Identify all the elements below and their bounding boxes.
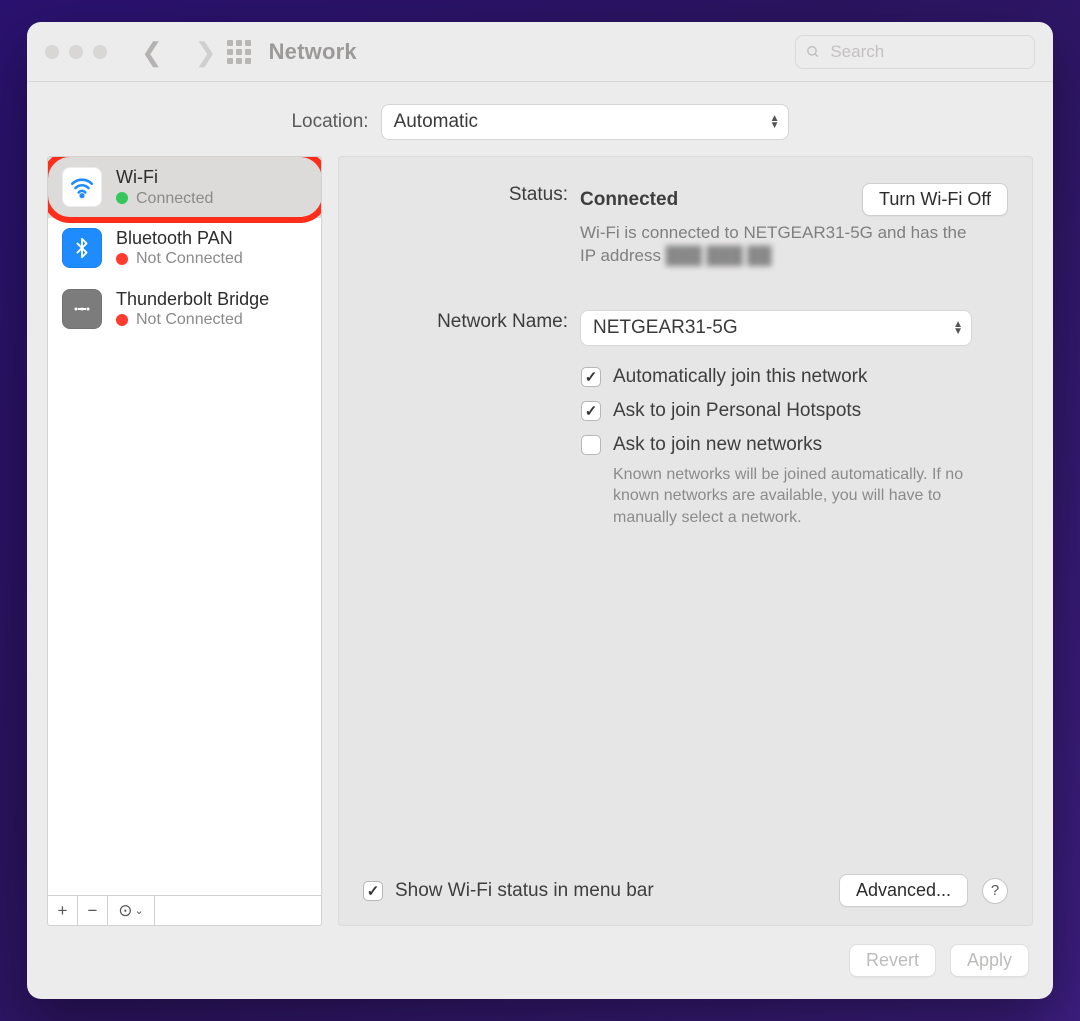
search-input[interactable] <box>828 41 1024 63</box>
ip-address-hidden: ███ ███ ██ <box>666 245 772 268</box>
network-name-label: Network Name: <box>363 310 568 333</box>
network-window: ❮ ❯ Network Location: Automatic ▲▼ <box>27 22 1053 999</box>
traffic-lights <box>45 45 107 59</box>
known-networks-help: Known networks will be joined automatica… <box>613 464 993 529</box>
status-value: Connected <box>580 189 678 211</box>
thunderbolt-icon <box>62 289 102 329</box>
chevron-updown-icon: ▲▼ <box>953 321 963 335</box>
show-menubar-checkbox[interactable] <box>363 881 383 901</box>
service-status: Connected <box>116 189 213 208</box>
search-field[interactable] <box>795 35 1035 69</box>
auto-join-label: Automatically join this network <box>613 366 868 388</box>
help-button[interactable]: ? <box>982 878 1008 904</box>
bluetooth-icon <box>62 228 102 268</box>
status-description: Wi-Fi is connected to NETGEAR31-5G and h… <box>580 222 980 268</box>
status-dot-icon <box>116 314 128 326</box>
service-name: Thunderbolt Bridge <box>116 289 269 311</box>
network-name-select[interactable]: NETGEAR31-5G ▲▼ <box>580 310 972 346</box>
status-dot-icon <box>116 253 128 265</box>
service-sidebar: Wi-Fi Connected Bluetooth PAN Not Connec… <box>47 156 322 926</box>
zoom-dot[interactable] <box>93 45 107 59</box>
main-panel: Status: Connected Turn Wi-Fi Off Wi-Fi i… <box>338 156 1033 926</box>
minimize-dot[interactable] <box>69 45 83 59</box>
footer: Revert Apply <box>27 926 1053 999</box>
close-dot[interactable] <box>45 45 59 59</box>
service-item-wifi[interactable]: Wi-Fi Connected <box>48 157 321 218</box>
ask-new-label: Ask to join new networks <box>613 434 822 456</box>
titlebar: ❮ ❯ Network <box>27 22 1053 82</box>
back-icon[interactable]: ❮ <box>141 39 163 65</box>
ask-hotspot-checkbox[interactable] <box>581 401 601 421</box>
service-status: Not Connected <box>116 310 269 329</box>
location-label: Location: <box>291 111 368 133</box>
ask-hotspot-row[interactable]: Ask to join Personal Hotspots <box>581 400 1008 422</box>
status-dot-icon <box>116 192 128 204</box>
ask-new-row[interactable]: Ask to join new networks <box>581 434 1008 456</box>
search-icon <box>806 44 820 60</box>
location-value: Automatic <box>394 111 478 133</box>
sidebar-tools: + − ⊙⌄ <box>48 895 321 925</box>
remove-service-button[interactable]: − <box>78 896 108 925</box>
window-title: Network <box>269 39 357 65</box>
advanced-button[interactable]: Advanced... <box>839 874 968 907</box>
apply-button[interactable]: Apply <box>950 944 1029 977</box>
auto-join-checkbox[interactable] <box>581 367 601 387</box>
nav-buttons: ❮ ❯ <box>141 39 217 65</box>
service-name: Bluetooth PAN <box>116 228 243 250</box>
show-all-icon[interactable] <box>227 40 251 64</box>
content: Wi-Fi Connected Bluetooth PAN Not Connec… <box>27 156 1053 926</box>
add-service-button[interactable]: + <box>48 896 78 925</box>
show-menubar-row[interactable]: Show Wi-Fi status in menu bar <box>363 880 654 902</box>
service-list: Wi-Fi Connected Bluetooth PAN Not Connec… <box>48 157 321 895</box>
service-options-button[interactable]: ⊙⌄ <box>108 896 155 925</box>
service-name: Wi-Fi <box>116 167 213 189</box>
location-select[interactable]: Automatic ▲▼ <box>381 104 789 140</box>
location-row: Location: Automatic ▲▼ <box>27 82 1053 156</box>
revert-button[interactable]: Revert <box>849 944 936 977</box>
network-name-value: NETGEAR31-5G <box>593 317 738 339</box>
ask-new-checkbox[interactable] <box>581 435 601 455</box>
chevron-updown-icon: ▲▼ <box>770 115 780 129</box>
ask-hotspot-label: Ask to join Personal Hotspots <box>613 400 861 422</box>
status-label: Status: <box>363 183 568 206</box>
forward-icon[interactable]: ❯ <box>195 39 217 65</box>
auto-join-row[interactable]: Automatically join this network <box>581 366 1008 388</box>
service-status: Not Connected <box>116 249 243 268</box>
toggle-wifi-button[interactable]: Turn Wi-Fi Off <box>862 183 1008 216</box>
service-item-thunderbolt[interactable]: Thunderbolt Bridge Not Connected <box>48 279 321 340</box>
show-menubar-label: Show Wi-Fi status in menu bar <box>395 880 654 902</box>
sidebar-tool-spacer <box>155 896 321 925</box>
wifi-icon <box>62 167 102 207</box>
service-item-bluetooth[interactable]: Bluetooth PAN Not Connected <box>48 218 321 279</box>
